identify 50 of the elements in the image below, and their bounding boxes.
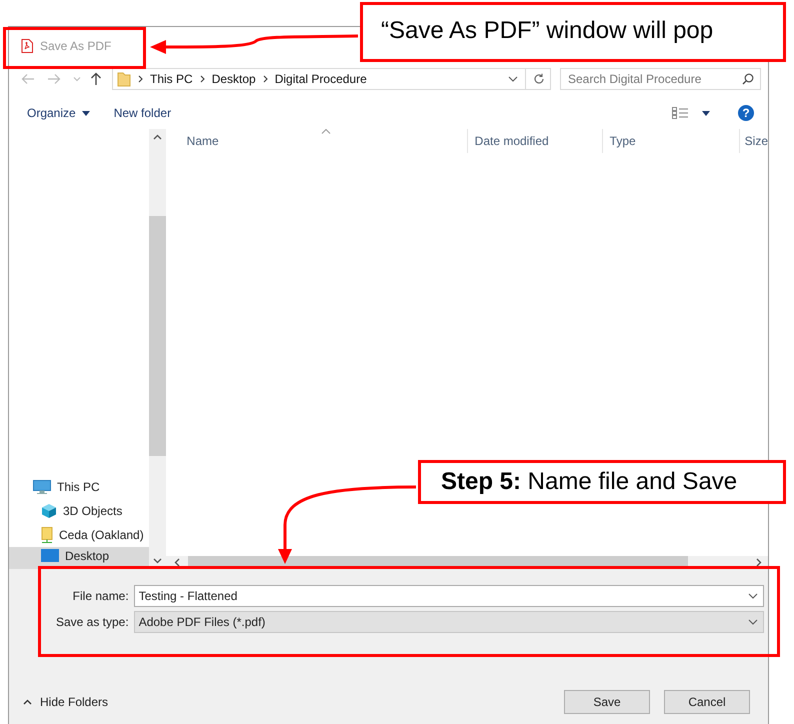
- nav-item[interactable]: 3D Objects: [9, 499, 149, 523]
- column-header[interactable]: Name: [166, 129, 468, 153]
- chevron-left-icon[interactable]: [174, 558, 180, 567]
- file-name-field[interactable]: Testing - Flattened: [134, 585, 764, 607]
- chevron-up-icon[interactable]: [152, 134, 162, 140]
- up-arrow-icon[interactable]: [90, 72, 102, 86]
- address-bar[interactable]: This PC Desktop Digital Procedure: [112, 68, 551, 90]
- help-button[interactable]: ?: [738, 105, 754, 121]
- chevron-right-icon[interactable]: [756, 558, 762, 567]
- network-drive-icon: [41, 526, 53, 544]
- callout-text: Step 5: Name file and Save: [441, 468, 738, 496]
- column-header[interactable]: Date modified: [468, 129, 603, 153]
- computer-icon: [33, 480, 51, 494]
- caret-icon: [23, 699, 32, 705]
- nav-item[interactable]: This PC: [9, 475, 149, 499]
- search-icon: [742, 73, 754, 85]
- scrollbar[interactable]: [148, 129, 166, 569]
- callout-text: “Save As PDF” window will pop: [381, 17, 714, 45]
- column-header[interactable]: Size: [740, 129, 768, 153]
- sort-caret-icon: [320, 129, 331, 134]
- chevron-down-icon[interactable]: [508, 76, 518, 82]
- chevron-down-icon[interactable]: [152, 558, 162, 564]
- chevron-down-icon: [748, 593, 758, 599]
- field-label: Save as type:: [54, 615, 130, 629]
- caret-icon[interactable]: [702, 110, 710, 116]
- cancel-button[interactable]: Cancel: [664, 690, 750, 714]
- chevron-right-icon: [262, 75, 268, 83]
- caret-icon: [82, 110, 90, 116]
- chevron-right-icon: [138, 75, 143, 83]
- field-label: File name:: [72, 589, 130, 603]
- new-folder-button[interactable]: New folder: [114, 106, 172, 120]
- desktop-icon: [41, 549, 59, 562]
- refresh-icon[interactable]: [533, 73, 545, 85]
- file-type-dropdown[interactable]: Adobe PDF Files (*.pdf): [134, 611, 764, 633]
- breadcrumb[interactable]: This PC: [150, 72, 193, 86]
- pdf-icon: [21, 39, 33, 53]
- breadcrumb[interactable]: Desktop: [212, 72, 256, 86]
- view-options-icon[interactable]: [672, 107, 688, 119]
- save-button[interactable]: Save: [564, 690, 650, 714]
- chevron-right-icon: [200, 75, 205, 83]
- folder-icon: [117, 71, 131, 87]
- organize-button[interactable]: Organize: [27, 106, 76, 120]
- nav-item[interactable]: Ceda (Oakland): [9, 523, 149, 547]
- column-header[interactable]: Type: [602, 129, 740, 153]
- breadcrumb[interactable]: Digital Procedure: [274, 72, 367, 86]
- cube-icon: [41, 503, 57, 519]
- window-title: Save As PDF: [40, 39, 112, 53]
- chevron-down-icon: [748, 619, 758, 625]
- search-field[interactable]: Search Digital Procedure: [560, 68, 761, 90]
- hide-folders-button[interactable]: Hide Folders: [23, 695, 108, 709]
